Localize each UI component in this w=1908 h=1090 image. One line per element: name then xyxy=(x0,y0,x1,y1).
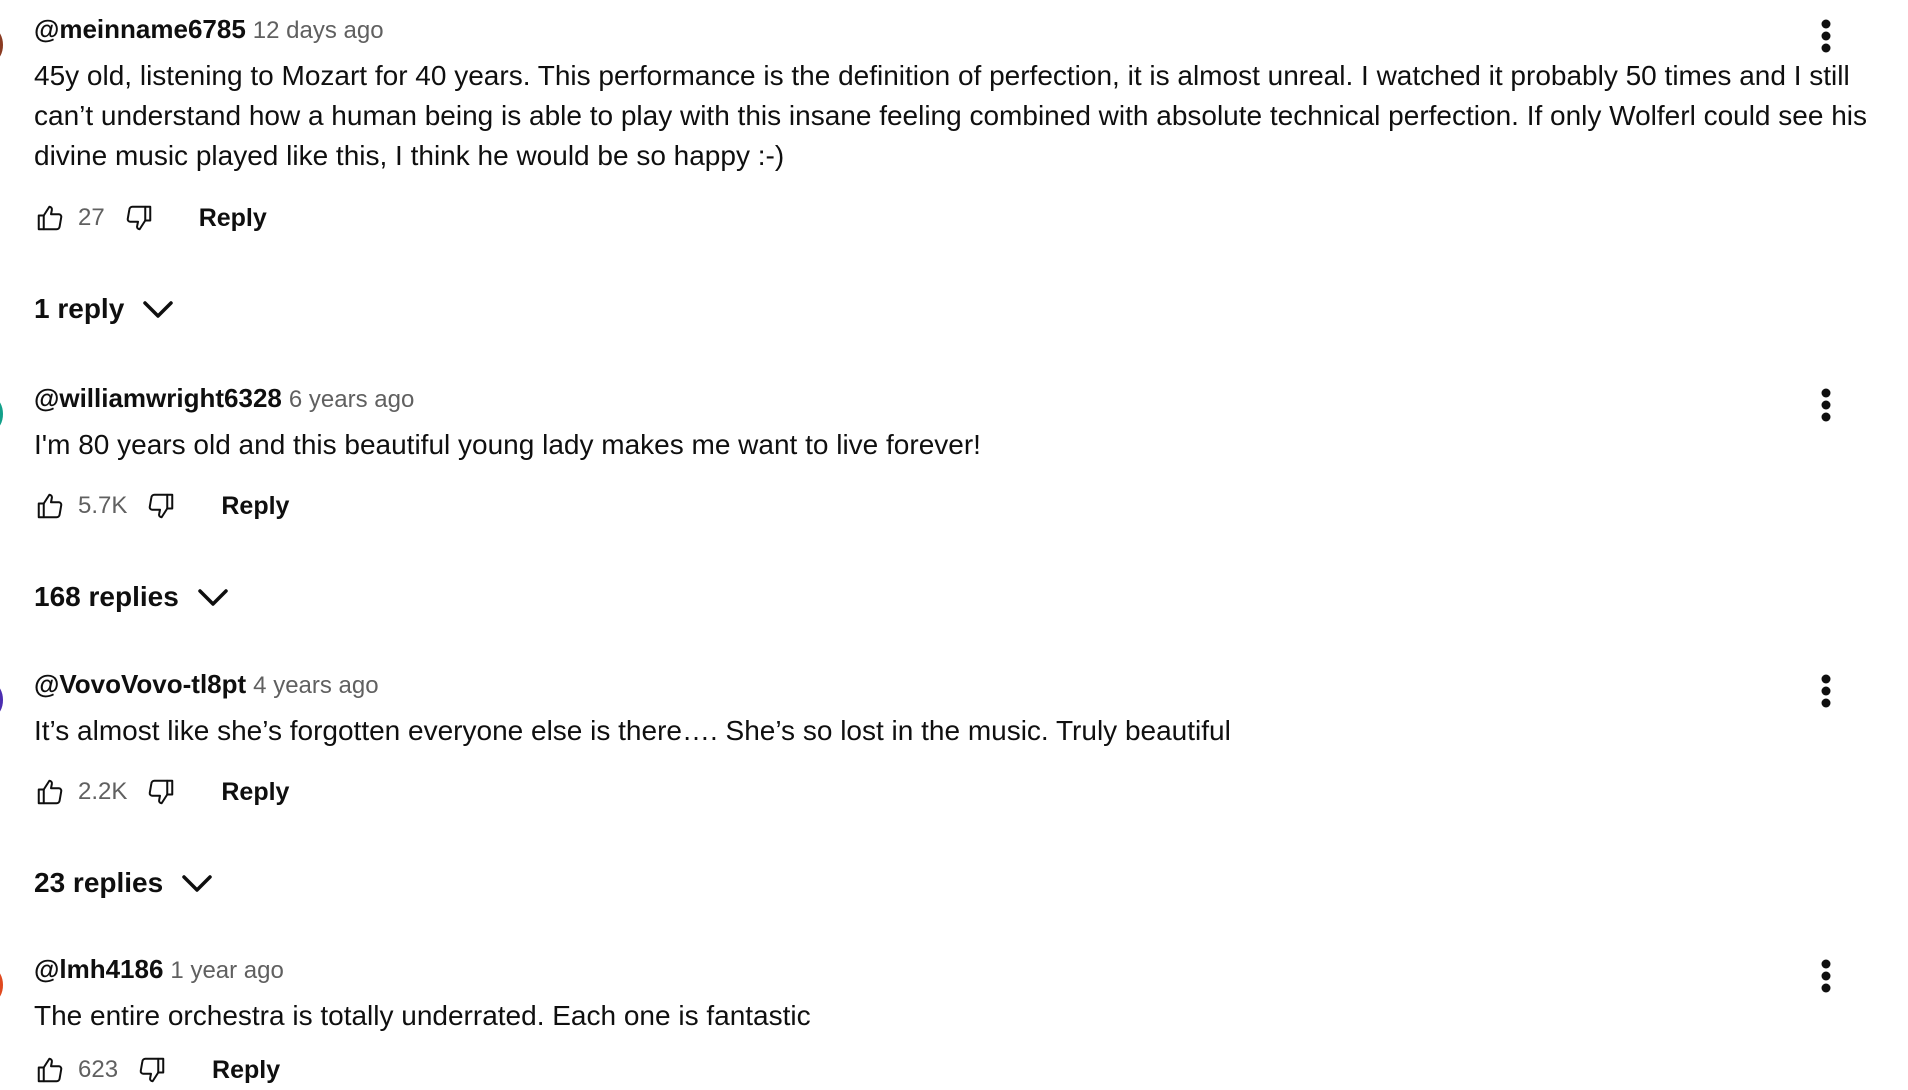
comment-menu-button[interactable] xyxy=(1808,954,1844,998)
comment-author[interactable]: @VovoVovo-tl8pt xyxy=(34,669,246,699)
comment-header: @meinname6785 12 days ago xyxy=(34,14,384,49)
comment-header: @williamwright6328 6 years ago xyxy=(34,383,414,418)
comment-text: 45y old, listening to Mozart for 40 year… xyxy=(34,60,1868,171)
more-vert-icon xyxy=(1821,388,1831,422)
more-vert-icon xyxy=(1821,959,1831,993)
replies-count-label: 168 replies xyxy=(34,581,179,612)
comment-author[interactable]: @meinname6785 xyxy=(34,14,246,44)
thumbs-down-icon xyxy=(149,779,174,805)
comment-menu-button[interactable] xyxy=(1808,14,1844,58)
replies-count-label: 23 replies xyxy=(34,867,164,898)
avatar[interactable] xyxy=(0,685,3,715)
like-count: 2.2K xyxy=(78,778,128,805)
thumbs-down-icon xyxy=(149,493,174,519)
comment-text: I'm 80 years old and this beautiful youn… xyxy=(34,429,981,460)
chevron-down-icon xyxy=(197,587,229,607)
avatar[interactable] xyxy=(0,399,3,429)
reply-button[interactable]: Reply xyxy=(221,778,289,807)
comment-actions: 2.2K Reply xyxy=(30,772,289,812)
thumbs-down-icon xyxy=(139,1057,165,1083)
reply-button[interactable]: Reply xyxy=(221,492,289,521)
more-vert-icon xyxy=(1821,674,1831,708)
chevron-down-icon xyxy=(181,873,213,893)
replies-toggle[interactable]: 1 reply xyxy=(34,289,174,329)
comment-author[interactable]: @lmh4186 xyxy=(34,954,163,984)
replies-toggle[interactable]: 168 replies xyxy=(34,577,229,617)
comment-actions: 623 Reply xyxy=(30,1050,280,1090)
avatar[interactable] xyxy=(0,30,3,60)
comment-timestamp[interactable]: 4 years ago xyxy=(253,672,378,699)
dislike-button[interactable] xyxy=(141,772,181,812)
comment-timestamp[interactable]: 1 year ago xyxy=(170,957,283,984)
comment-actions: 5.7K Reply xyxy=(30,486,289,526)
like-button[interactable] xyxy=(30,486,70,526)
comment-text: It’s almost like she’s forgotten everyon… xyxy=(34,715,1231,746)
replies-count-label: 1 reply xyxy=(34,293,125,324)
like-count: 27 xyxy=(78,204,105,231)
like-count: 623 xyxy=(78,1056,119,1083)
reply-button[interactable]: Reply xyxy=(212,1056,280,1085)
thumbs-up-icon xyxy=(37,1057,63,1083)
comment-menu-button[interactable] xyxy=(1808,383,1844,427)
like-button[interactable] xyxy=(30,1050,70,1090)
comment-header: @VovoVovo-tl8pt 4 years ago xyxy=(34,669,379,704)
dislike-button[interactable] xyxy=(141,486,181,526)
avatar[interactable] xyxy=(0,970,3,1000)
like-button[interactable] xyxy=(30,198,70,238)
like-count: 5.7K xyxy=(78,492,128,519)
comment-text: The entire orchestra is totally underrat… xyxy=(34,1000,811,1031)
comment-timestamp[interactable]: 12 days ago xyxy=(253,17,384,44)
comment-author[interactable]: @williamwright6328 xyxy=(34,383,282,413)
like-button[interactable] xyxy=(30,772,70,812)
comment-menu-button[interactable] xyxy=(1808,669,1844,713)
thumbs-down-icon xyxy=(126,205,151,231)
dislike-button[interactable] xyxy=(119,198,159,238)
dislike-button[interactable] xyxy=(132,1050,172,1090)
comment-header: @lmh4186 1 year ago xyxy=(34,954,284,989)
comment-actions: 27 Reply xyxy=(30,198,267,238)
reply-button[interactable]: Reply xyxy=(199,204,267,233)
chevron-down-icon xyxy=(142,299,174,319)
thumbs-up-icon xyxy=(37,493,63,519)
replies-toggle[interactable]: 23 replies xyxy=(34,863,213,903)
more-vert-icon xyxy=(1821,19,1831,53)
thumbs-up-icon xyxy=(37,779,63,805)
thumbs-up-icon xyxy=(37,205,63,231)
comment-timestamp[interactable]: 6 years ago xyxy=(289,386,414,413)
